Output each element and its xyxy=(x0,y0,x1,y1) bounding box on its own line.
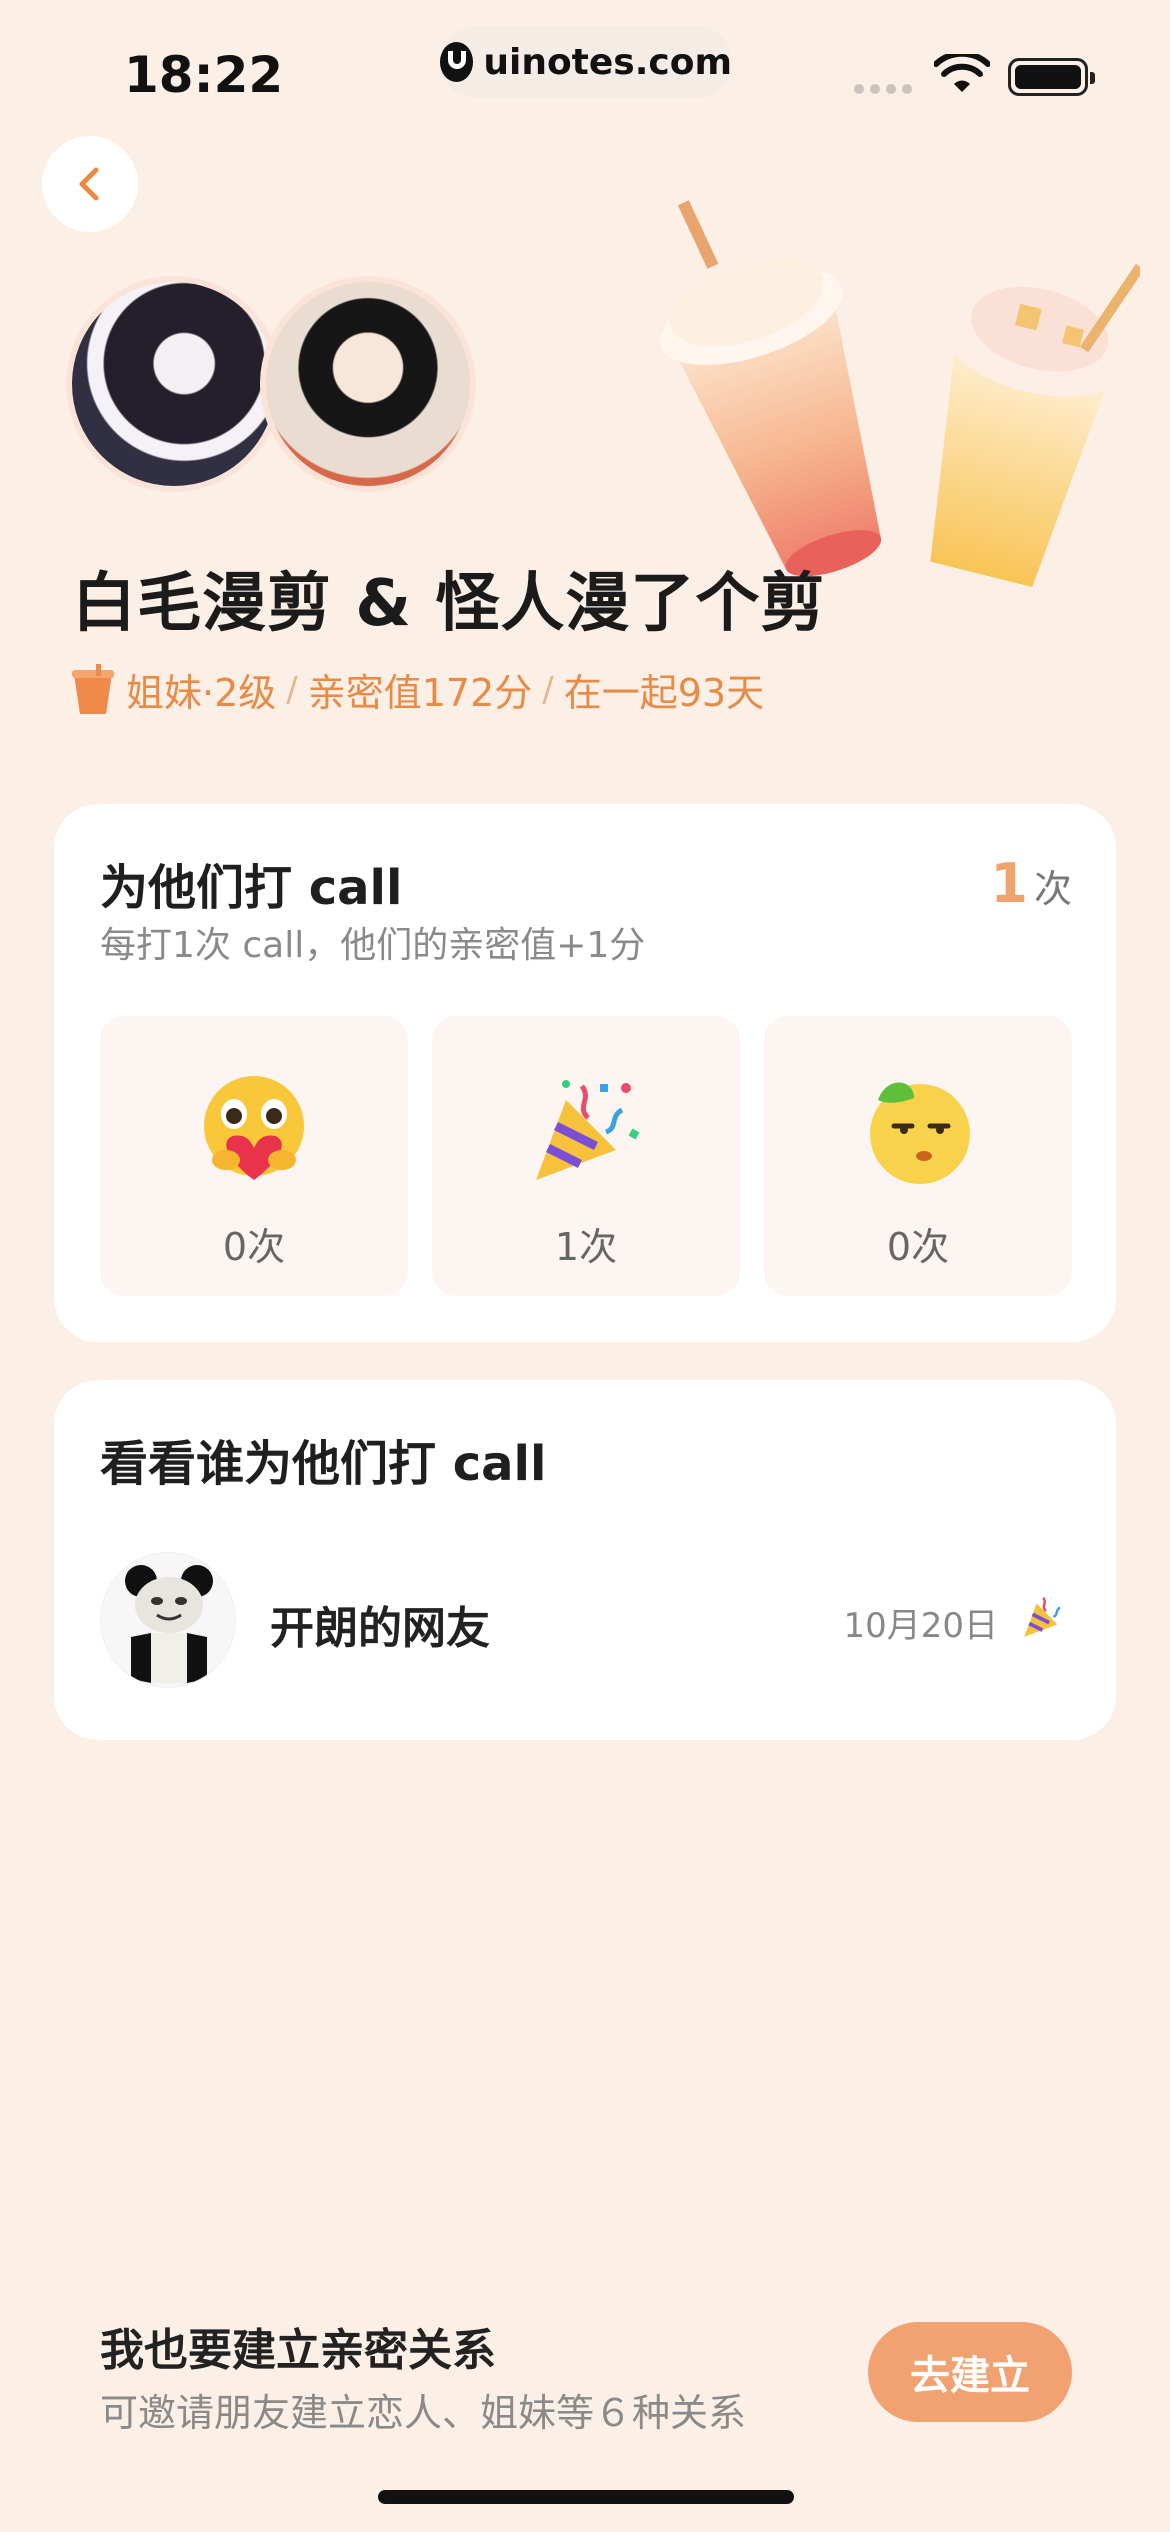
supporter-row[interactable]: 开朗的网友 10月20日 xyxy=(100,1552,1070,1688)
cellular-signal-icon xyxy=(854,84,912,94)
call-count-number: 1 xyxy=(990,852,1028,915)
site-logo-icon xyxy=(440,42,474,82)
create-relation-button[interactable]: 去建立 xyxy=(868,2322,1072,2422)
call-options: 0次 1次 0次 xyxy=(100,1016,1072,1296)
page-title: 白毛漫剪 & 怪人漫了个剪 xyxy=(72,567,826,641)
supporter-date: 10月20日 xyxy=(843,1606,998,1646)
back-button[interactable] xyxy=(42,136,138,232)
footer-title: 我也要建立亲密关系 xyxy=(100,2325,496,2376)
status-bar: 18:22 uinotes.com xyxy=(0,0,1170,150)
relation-info: 姐妹·2级 / 亲密值172分 / 在一起93天 xyxy=(70,662,764,717)
chevron-left-icon xyxy=(79,167,99,201)
call-option-count: 0次 xyxy=(886,1225,950,1269)
lemon-face-icon xyxy=(870,1082,970,1184)
supporter-avatar[interactable] xyxy=(100,1552,236,1688)
party-popper-icon xyxy=(1024,1596,1061,1637)
call-count-unit: 次 xyxy=(1033,867,1072,911)
panda-meme-avatar xyxy=(101,1553,235,1687)
supporters-card-title: 看看谁为他们打 call xyxy=(100,1436,547,1492)
party-popper-icon xyxy=(536,1080,640,1180)
days-together: 在一起93天 xyxy=(563,671,765,715)
call-card-subtitle: 每打1次 call，他们的亲密值+1分 xyxy=(100,925,646,966)
wifi-icon xyxy=(934,54,990,92)
avatar-user-1[interactable] xyxy=(66,276,282,492)
relation-level: 姐妹·2级 xyxy=(126,671,277,715)
url-pill[interactable]: uinotes.com xyxy=(440,26,732,98)
call-option-count: 1次 xyxy=(554,1225,618,1269)
call-option-hug[interactable]: 0次 xyxy=(100,1016,408,1296)
milk-tea-cup-icon xyxy=(72,663,114,714)
call-option-count: 0次 xyxy=(222,1225,286,1269)
home-indicator[interactable] xyxy=(378,2490,794,2504)
separator: / xyxy=(542,669,554,710)
intimacy-value: 亲密值172分 xyxy=(307,671,533,715)
battery-icon xyxy=(1008,58,1095,96)
separator: / xyxy=(286,669,298,710)
call-option-party[interactable]: 1次 xyxy=(432,1016,740,1296)
url-text: uinotes.com xyxy=(483,41,732,83)
call-card: 为他们打 call 每打1次 call，他们的亲密值+1分 1 次 0次 1次 … xyxy=(54,804,1116,1342)
call-count: 1 次 xyxy=(990,852,1072,915)
call-card-title: 为他们打 call xyxy=(100,860,403,916)
hug-face-icon xyxy=(204,1076,304,1180)
footer-subtitle: 可邀请朋友建立恋人、姐妹等６种关系 xyxy=(100,2391,747,2435)
status-time: 18:22 xyxy=(124,46,284,104)
supporters-card: 看看谁为他们打 call 开朗的网友 10月20日 xyxy=(54,1380,1116,1740)
avatar-user-2[interactable] xyxy=(260,276,476,492)
call-option-lemon[interactable]: 0次 xyxy=(764,1016,1072,1296)
supporter-name: 开朗的网友 xyxy=(270,1603,490,1654)
